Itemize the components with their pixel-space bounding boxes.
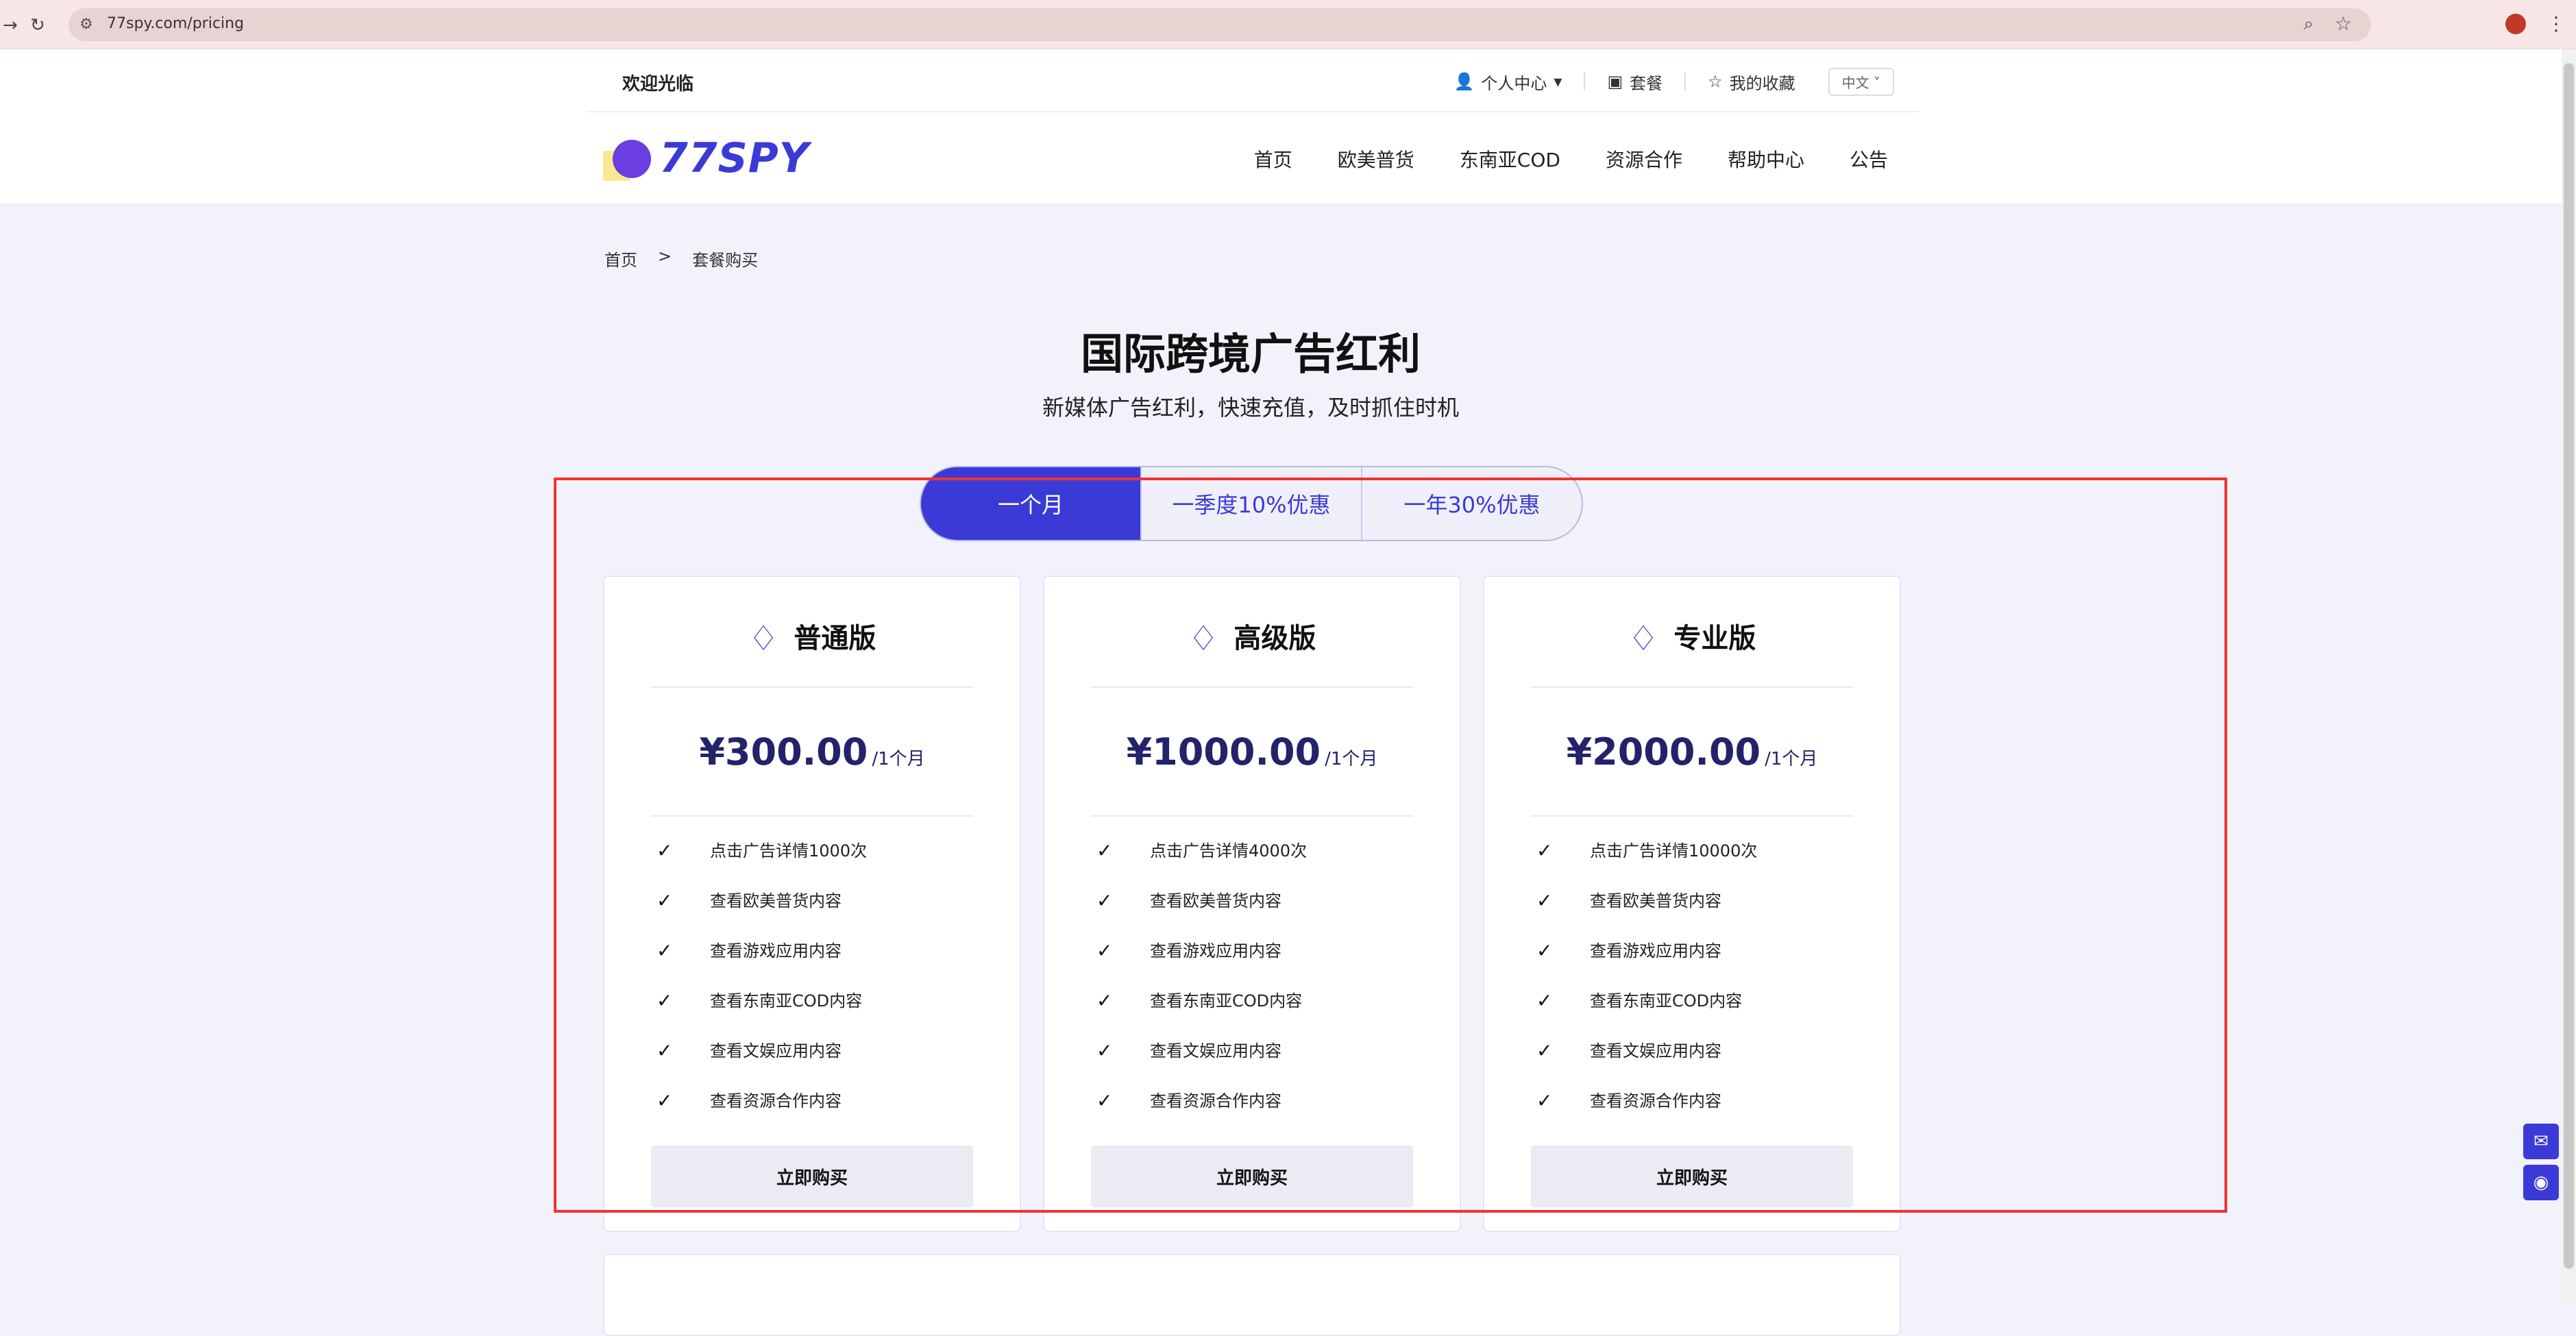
breadcrumb-current: 套餐购买 — [692, 251, 759, 270]
page-subtitle: 新媒体广告红利，快速充值，及时抓住时机 — [1042, 395, 1459, 421]
top-link-label: 个人中心 — [1481, 73, 1547, 93]
top-link-user-center[interactable]: 👤 个人中心 ▾ — [1432, 70, 1584, 94]
page-title: 国际跨境广告红利 — [1080, 329, 1421, 379]
site-logo[interactable]: 77SPY — [603, 130, 809, 186]
logo-text: 77SPY — [659, 134, 810, 182]
scrollbar[interactable] — [2562, 49, 2576, 1304]
top-link-label: 套餐 — [1630, 73, 1663, 93]
browser-menu-icon[interactable]: ⋮ — [2547, 12, 2566, 35]
package-icon: ▣ — [1607, 72, 1623, 91]
zoom-icon[interactable]: ⌕ — [2303, 14, 2314, 35]
profile-avatar-icon[interactable] — [2505, 14, 2526, 34]
breadcrumb: 首页 > 套餐购买 — [604, 247, 758, 271]
top-link-package[interactable]: ▣ 套餐 — [1585, 70, 1684, 94]
nav-item-home[interactable]: 首页 — [1254, 145, 1292, 173]
nav-item-western-goods[interactable]: 欧美普货 — [1338, 145, 1414, 173]
address-bar[interactable]: ⚙ 77spy.com/pricing ⌕ ☆ — [69, 8, 2371, 41]
wechat-icon[interactable]: ◉ — [2523, 1165, 2559, 1200]
user-icon: 👤 — [1453, 72, 1475, 91]
nav-item-announcements[interactable]: 公告 — [1850, 145, 1888, 173]
breadcrumb-home[interactable]: 首页 — [604, 247, 637, 271]
nav-item-sea-cod[interactable]: 东南亚COD — [1460, 145, 1560, 173]
browser-toolbar: → ↻ ⚙ 77spy.com/pricing ⌕ ☆ ⋮ — [0, 0, 2576, 49]
site-settings-icon[interactable]: ⚙ — [79, 16, 93, 33]
site-header: 欢迎光临 👤 个人中心 ▾ ▣ 套餐 ☆ 我的收藏 中文 ˅ 77SPY 首页 — [0, 49, 2563, 203]
top-links: 👤 个人中心 ▾ ▣ 套餐 ☆ 我的收藏 中文 ˅ — [1432, 66, 1919, 97]
welcome-text: 欢迎光临 — [622, 74, 694, 95]
bookmark-star-icon[interactable]: ☆ — [2335, 12, 2352, 35]
url-text[interactable]: 77spy.com/pricing — [107, 15, 244, 32]
top-bar: 欢迎光临 👤 个人中心 ▾ ▣ 套餐 ☆ 我的收藏 中文 ˅ — [587, 49, 1919, 112]
caret-down-icon: ▾ — [1554, 72, 1562, 91]
main-nav: 首页 欧美普货 东南亚COD 资源合作 帮助中心 公告 — [1254, 145, 1888, 173]
star-icon: ☆ — [1708, 72, 1723, 91]
language-select[interactable]: 中文 ˅ — [1828, 67, 1894, 96]
reload-icon[interactable]: ↻ — [30, 15, 45, 36]
language-label: 中文 — [1841, 74, 1869, 91]
email-icon[interactable]: ✉ — [2523, 1124, 2559, 1159]
highlight-box — [554, 478, 2227, 1213]
next-section-card — [603, 1254, 1901, 1336]
scrollbar-thumb[interactable] — [2564, 63, 2574, 1269]
back-arrow-icon[interactable]: → — [3, 15, 18, 36]
nav-item-resources[interactable]: 资源合作 — [1606, 145, 1682, 173]
top-link-label: 我的收藏 — [1729, 73, 1795, 93]
top-link-favorites[interactable]: ☆ 我的收藏 — [1686, 70, 1817, 94]
nav-item-help[interactable]: 帮助中心 — [1728, 145, 1804, 173]
breadcrumb-separator: > — [658, 247, 672, 266]
